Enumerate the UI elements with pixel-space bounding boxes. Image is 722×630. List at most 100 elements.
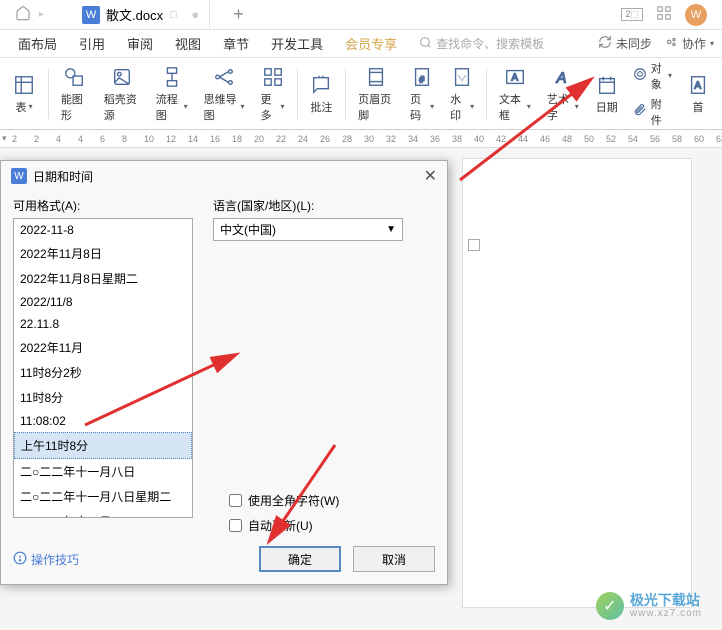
document-tab[interactable]: W 散文.docx ◻ ● <box>72 1 210 28</box>
header-footer-button[interactable]: 页眉页脚 <box>350 61 402 127</box>
avatar[interactable]: W <box>685 4 707 26</box>
format-list[interactable]: 2022-11-82022年11月8日2022年11月8日星期二2022/11/… <box>13 218 193 518</box>
ruler-mark: 62 <box>716 134 722 144</box>
format-item[interactable]: 2022/11/8 <box>14 291 192 313</box>
tab-chapter[interactable]: 章节 <box>213 30 259 57</box>
chevron-down-icon: ▼ <box>386 224 396 235</box>
wordart-button[interactable]: A 艺术字▾ <box>539 61 587 127</box>
coop-label: 协作 <box>682 35 706 52</box>
date-button[interactable]: 日期 <box>587 69 627 119</box>
sync-status[interactable]: 未同步 <box>598 35 652 52</box>
format-item[interactable]: 11时8分2秒 <box>14 360 192 385</box>
fullwidth-checkbox[interactable]: 使用全角字符(W) <box>229 492 339 509</box>
home-icon[interactable] <box>15 5 31 24</box>
svg-text:A: A <box>511 72 518 83</box>
ruler-mark: 12 <box>166 134 176 144</box>
window-restore-icon[interactable]: 2⬚ <box>621 8 643 21</box>
new-tab-button[interactable]: + <box>218 4 259 25</box>
pagenum-button[interactable]: # 页码▾ <box>402 61 442 127</box>
textbox-icon: A <box>503 65 527 89</box>
table-button[interactable]: 表▾ <box>4 69 44 119</box>
format-item[interactable]: 2022年11月 <box>14 335 192 360</box>
tab-reference[interactable]: 引用 <box>69 30 115 57</box>
format-item[interactable]: 11:08:02 <box>14 410 192 432</box>
format-item[interactable]: 二○二二年十一月八日星期二 <box>14 484 192 509</box>
tab-view[interactable]: 视图 <box>165 30 211 57</box>
watermark-button[interactable]: 水印▾ <box>442 61 482 127</box>
ruler[interactable]: ▾ 22446810121416182022242628303234363840… <box>0 130 722 148</box>
ruler-mark: 2 <box>34 134 39 144</box>
chevron-down-icon: ▾ <box>710 39 714 48</box>
watermark-url: www.xz7.com <box>630 608 702 619</box>
ruler-mark: 4 <box>56 134 61 144</box>
datetime-dialog: W 日期和时间 ✕ 可用格式(A): 2022-11-82022年11月8日20… <box>0 160 448 585</box>
ruler-mark: 26 <box>320 134 330 144</box>
ruler-mark: 8 <box>122 134 127 144</box>
tab-review[interactable]: 审阅 <box>117 30 163 57</box>
resource-button[interactable]: 稻壳资源 <box>96 61 148 127</box>
ruler-mark: 16 <box>210 134 220 144</box>
format-item[interactable]: 上午11时8分 <box>14 432 192 459</box>
ruler-mark: 22 <box>276 134 286 144</box>
dialog-icon: W <box>11 168 27 184</box>
ruler-mark: 10 <box>144 134 154 144</box>
watermark-icon <box>450 65 474 89</box>
ribbon-tabs: 面布局 引用 审阅 视图 章节 开发工具 会员专享 查找命令、搜索模板 未同步 … <box>0 30 722 58</box>
format-item[interactable]: 11时8分 <box>14 385 192 410</box>
autoupdate-input[interactable] <box>229 519 242 532</box>
tab-vip[interactable]: 会员专享 <box>335 30 407 57</box>
ruler-mark: 50 <box>584 134 594 144</box>
shape-icon <box>62 65 86 89</box>
format-item[interactable]: 2022-11-8 <box>14 219 192 241</box>
grid-icon[interactable] <box>657 6 671 23</box>
format-item[interactable]: 二○二二年十一月八日 <box>14 459 192 484</box>
document-page[interactable] <box>462 158 692 608</box>
flowchart-icon <box>160 65 184 89</box>
more-icon <box>261 65 285 89</box>
header-footer-icon <box>364 65 388 89</box>
sync-icon <box>598 35 612 52</box>
attachment-button[interactable]: 附件 <box>633 96 672 128</box>
textbox-button[interactable]: A 文本框▾ <box>491 61 539 127</box>
lang-select[interactable]: 中文(中国) ▼ <box>213 218 403 241</box>
shape-button[interactable]: 能图形 <box>53 61 96 127</box>
ruler-mark: 6 <box>100 134 105 144</box>
comment-button[interactable]: 批注 <box>301 69 341 119</box>
first-button[interactable]: A 首 <box>678 69 718 119</box>
format-item[interactable]: 2022年11月8日星期二 <box>14 266 192 291</box>
fullwidth-input[interactable] <box>229 494 242 507</box>
mindmap-button[interactable]: 思维导图▾ <box>196 61 253 127</box>
ruler-mark: 2 <box>12 134 17 144</box>
chevron-right-icon: ▸ <box>39 9 44 20</box>
lang-label: 语言(国家/地区)(L): <box>213 197 435 214</box>
tips-link[interactable]: 操作技巧 <box>13 551 79 568</box>
tab-indicator-icon: ◻ <box>169 9 177 20</box>
format-item[interactable]: 二○二二年十一月 <box>14 509 192 518</box>
object-button[interactable]: 对象▾ <box>633 60 672 92</box>
format-item[interactable]: 2022年11月8日 <box>14 241 192 266</box>
ruler-mark: 42 <box>496 134 506 144</box>
tab-layout[interactable]: 面布局 <box>8 30 67 57</box>
coop-button[interactable]: 协作 ▾ <box>664 35 714 52</box>
pagenum-icon: # <box>410 65 434 89</box>
search-box[interactable]: 查找命令、搜索模板 <box>419 35 544 52</box>
attachment-icon <box>633 103 647 120</box>
tab-devtools[interactable]: 开发工具 <box>261 30 333 57</box>
cancel-button[interactable]: 取消 <box>353 546 435 572</box>
svg-text:A: A <box>694 80 701 91</box>
tab-close-icon[interactable]: ● <box>191 7 199 22</box>
close-icon[interactable]: ✕ <box>424 166 437 186</box>
ok-button[interactable]: 确定 <box>259 546 341 572</box>
comment-icon <box>309 73 333 97</box>
watermark-title: 极光下载站 <box>630 593 702 608</box>
ruler-mark: 46 <box>540 134 550 144</box>
ruler-mark: 38 <box>452 134 462 144</box>
more-button[interactable]: 更多▾ <box>253 61 293 127</box>
coop-icon <box>664 35 678 52</box>
ruler-mark: 4 <box>78 134 83 144</box>
ruler-mark: 20 <box>254 134 264 144</box>
svg-text:A: A <box>555 70 566 86</box>
flowchart-button[interactable]: 流程图▾ <box>148 61 196 127</box>
autoupdate-checkbox[interactable]: 自动更新(U) <box>229 517 339 534</box>
format-item[interactable]: 22.11.8 <box>14 313 192 335</box>
